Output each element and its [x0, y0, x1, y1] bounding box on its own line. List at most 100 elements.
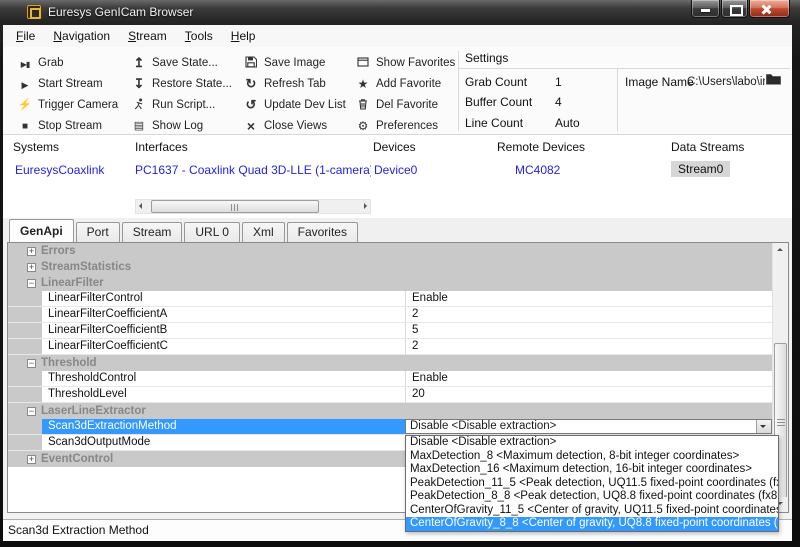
- close-button[interactable]: [749, 0, 790, 18]
- separator: [617, 68, 618, 131]
- tab-stream[interactable]: Stream: [122, 222, 183, 242]
- grid-row-linearfiltercontrol[interactable]: LinearFilterControl Enable: [8, 291, 772, 307]
- systems-item[interactable]: EuresysCoaxlink: [15, 163, 104, 177]
- show-favorites-button[interactable]: Show Favorites: [355, 52, 467, 73]
- devices-item[interactable]: Device0: [374, 163, 417, 177]
- save-state-button[interactable]: Save State...: [131, 52, 243, 73]
- grid-category-errors[interactable]: Errors: [8, 243, 772, 259]
- title-bar[interactable]: Euresys GenICam Browser: [0, 0, 800, 25]
- grid-row-thresholdcontrol[interactable]: ThresholdControl Enable: [8, 371, 772, 387]
- grid-category-linearfilter[interactable]: LinearFilter: [8, 275, 772, 291]
- refresh-tab-button[interactable]: Refresh Tab: [243, 73, 355, 94]
- scan3d-extraction-method-combobox[interactable]: Disable <Disable extraction>: [405, 419, 772, 434]
- menu-item-help[interactable]: Help: [222, 26, 265, 46]
- interfaces-item[interactable]: PC1637 - Coaxlink Quad 3D-LLE (1-camera)…: [135, 163, 371, 177]
- grid-category-streamstatistics[interactable]: StreamStatistics: [8, 259, 772, 275]
- dropdown-item-centerofgravity88[interactable]: CenterOfGravity_8_8 <Center of gravity, …: [406, 517, 778, 531]
- save-image-button[interactable]: Save Image: [243, 52, 355, 73]
- menu-item-tools[interactable]: Tools: [176, 26, 222, 46]
- toolbar-group-favorites: Show Favorites Add Favorite Del Favorite…: [355, 52, 467, 136]
- dropdown-item-disable[interactable]: Disable <Disable extraction>: [406, 436, 778, 450]
- start-stream-button[interactable]: Start Stream: [17, 73, 129, 94]
- line-count-label: Line Count: [465, 116, 523, 130]
- dropdown-item-peakdetection115[interactable]: PeakDetection_11_5 <Peak detection, UQ11…: [406, 477, 778, 491]
- show-favorites-icon: [355, 56, 371, 70]
- row-gutter: [8, 435, 42, 450]
- tab-genapi[interactable]: GenApi: [9, 219, 74, 242]
- grid-row-thresholdlevel[interactable]: ThresholdLevel 20: [8, 387, 772, 403]
- update-icon: [243, 98, 259, 111]
- expand-icon[interactable]: [27, 263, 36, 272]
- grid-row-scan3dextractionmethod[interactable]: Scan3dExtractionMethod Disable <Disable …: [8, 419, 772, 435]
- menu-item-file[interactable]: File: [7, 26, 44, 46]
- toolbar-group-state: Save State... Restore State... Run Scrip…: [131, 52, 243, 136]
- grab-count-value[interactable]: 1: [555, 75, 562, 89]
- settings-title: Settings: [465, 51, 508, 65]
- row-gutter: [8, 307, 42, 322]
- window-frame: Euresys GenICam Browser File Navigation …: [0, 0, 800, 547]
- tab-port[interactable]: Port: [76, 222, 120, 242]
- scroll-up-button[interactable]: [774, 244, 788, 258]
- grid-category-threshold[interactable]: Threshold: [8, 355, 772, 371]
- horizontal-scrollbar-thumb[interactable]: [151, 200, 319, 213]
- combobox-dropdown-button[interactable]: [756, 420, 771, 433]
- systems-header: Systems: [13, 140, 59, 154]
- data-streams-header: Data Streams: [671, 140, 744, 154]
- run-script-button[interactable]: Run Script...: [131, 94, 243, 115]
- tab-xml[interactable]: Xml: [242, 222, 285, 242]
- menu-item-navigation[interactable]: Navigation: [44, 26, 119, 46]
- buffer-count-value[interactable]: 4: [555, 95, 562, 109]
- collapse-icon[interactable]: [27, 279, 36, 288]
- devices-header: Devices: [373, 140, 416, 154]
- dropdown-item-peakdetection88[interactable]: PeakDetection_8_8 <Peak detection, UQ8.8…: [406, 490, 778, 504]
- app-icon: [27, 5, 41, 19]
- window-controls: [690, 0, 790, 18]
- add-favorite-button[interactable]: Add Favorite: [355, 73, 467, 94]
- toolbar: Grab Start Stream Trigger Camera Stop St…: [3, 47, 792, 135]
- image-name-value[interactable]: C:\Users\labo\ima: [687, 76, 765, 88]
- grab-button[interactable]: Grab: [17, 52, 129, 73]
- grid-row-linearfiltercoefficientc[interactable]: LinearFilterCoefficientC 2: [8, 339, 772, 355]
- image-name-label: Image Name: [625, 75, 694, 89]
- browse-folder-button[interactable]: [765, 72, 782, 86]
- scroll-right-button[interactable]: [356, 200, 370, 213]
- toolbar-group-acquisition: Grab Start Stream Trigger Camera Stop St…: [17, 52, 129, 136]
- line-count-value[interactable]: Auto: [555, 116, 580, 130]
- tab-url0[interactable]: URL 0: [184, 222, 240, 242]
- restore-state-button[interactable]: Restore State...: [131, 73, 243, 94]
- preferences-button[interactable]: Preferences: [355, 115, 467, 136]
- grid-row-linearfiltercoefficienta[interactable]: LinearFilterCoefficientA 2: [8, 307, 772, 323]
- trash-icon: [355, 98, 371, 112]
- remote-devices-item[interactable]: MC4082: [515, 163, 560, 177]
- scrollbar-grip: [777, 419, 785, 427]
- close-views-button[interactable]: Close Views: [243, 115, 355, 136]
- remote-devices-header: Remote Devices: [497, 140, 585, 154]
- expand-icon[interactable]: [27, 247, 36, 256]
- trigger-camera-button[interactable]: Trigger Camera: [17, 94, 129, 115]
- tab-favorites[interactable]: Favorites: [287, 222, 358, 242]
- del-favorite-button[interactable]: Del Favorite: [355, 94, 467, 115]
- scroll-left-button[interactable]: [136, 200, 150, 213]
- close-views-icon: [243, 119, 259, 133]
- restore-state-icon: [131, 77, 147, 90]
- stop-stream-button[interactable]: Stop Stream: [17, 115, 129, 136]
- update-dev-list-button[interactable]: Update Dev List: [243, 94, 355, 115]
- menu-item-stream[interactable]: Stream: [119, 26, 176, 46]
- collapse-icon[interactable]: [27, 359, 36, 368]
- collapse-icon[interactable]: [27, 407, 36, 416]
- run-script-icon: [131, 98, 147, 112]
- dropdown-item-maxdetection16[interactable]: MaxDetection_16 <Maximum detection, 16-b…: [406, 463, 778, 477]
- grid-category-laserlineextractor[interactable]: LaserLineExtractor: [8, 403, 772, 419]
- data-streams-item-selected[interactable]: Stream0: [671, 161, 730, 177]
- expand-icon[interactable]: [27, 455, 36, 464]
- interfaces-horizontal-scrollbar[interactable]: [135, 199, 371, 214]
- row-gutter: [8, 371, 42, 386]
- window-title: Euresys GenICam Browser: [48, 0, 193, 24]
- dropdown-item-centerofgravity115[interactable]: CenterOfGravity_11_5 <Center of gravity,…: [406, 504, 778, 518]
- save-state-icon: [131, 56, 147, 69]
- show-log-button[interactable]: Show Log: [131, 115, 243, 136]
- grid-row-linearfiltercoefficientb[interactable]: LinearFilterCoefficientB 5: [8, 323, 772, 339]
- minimize-button[interactable]: [691, 0, 720, 18]
- maximize-button[interactable]: [721, 0, 748, 18]
- dropdown-item-maxdetection8[interactable]: MaxDetection_8 <Maximum detection, 8-bit…: [406, 450, 778, 464]
